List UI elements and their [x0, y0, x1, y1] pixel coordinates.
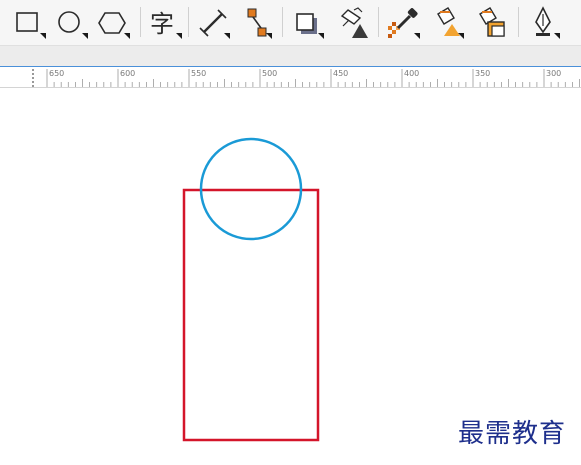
ruler-label: 350 — [475, 69, 490, 78]
rectangle-tool-button[interactable] — [12, 6, 46, 40]
watermark-text: 最需教育 — [458, 419, 567, 449]
fill-icon — [437, 7, 464, 39]
connector-icon — [247, 8, 272, 39]
transparency-icon — [340, 7, 368, 38]
rectangle-icon — [16, 12, 46, 39]
polygon-tool-button[interactable] — [96, 6, 130, 40]
ruler-label: 500 — [262, 69, 277, 78]
text-tool-glyph: 字 — [150, 10, 174, 38]
toolbar-separator — [518, 7, 519, 37]
smart-fill-icon — [479, 7, 505, 37]
horizontal-ruler[interactable]: 650 600 550 500 450 400 350 300 — [0, 66, 581, 88]
property-bar — [0, 45, 581, 66]
ellipse-icon — [58, 11, 88, 39]
drop-shadow-tool-button[interactable] — [290, 6, 324, 40]
ruler-label: 550 — [191, 69, 206, 78]
text-icon: 字 — [150, 10, 182, 39]
polygon-icon — [98, 12, 130, 39]
ruler-label: 450 — [333, 69, 348, 78]
red-rectangle-shape[interactable] — [182, 188, 320, 442]
ruler-label: 600 — [120, 69, 135, 78]
pen-tool-button[interactable] — [526, 6, 560, 40]
drawing-canvas[interactable] — [0, 88, 581, 461]
toolbar-separator — [282, 7, 283, 37]
ruler-tick-labels: 650 600 550 500 450 400 350 300 — [49, 69, 561, 78]
ellipse-tool-button[interactable] — [54, 6, 88, 40]
interactive-fill-button[interactable] — [430, 6, 464, 40]
transparency-tool-button[interactable] — [334, 6, 368, 40]
color-eyedropper-button[interactable] — [386, 6, 420, 40]
toolbar-separator — [140, 7, 141, 37]
toolbar-separator — [188, 7, 189, 37]
toolbar-separator — [378, 7, 379, 37]
toolbar: 字 — [0, 0, 581, 45]
smart-fill-button[interactable] — [474, 6, 508, 40]
ruler-label: 650 — [49, 69, 64, 78]
pen-icon — [535, 6, 560, 39]
text-tool-button[interactable]: 字 — [148, 6, 182, 40]
connector-tool-button[interactable] — [238, 6, 272, 40]
ruler-label: 300 — [546, 69, 561, 78]
dimension-icon — [199, 9, 230, 39]
dimension-tool-button[interactable] — [196, 6, 230, 40]
ruler-label: 400 — [404, 69, 419, 78]
drop-shadow-icon — [296, 13, 324, 39]
eyedropper-icon — [388, 8, 420, 39]
